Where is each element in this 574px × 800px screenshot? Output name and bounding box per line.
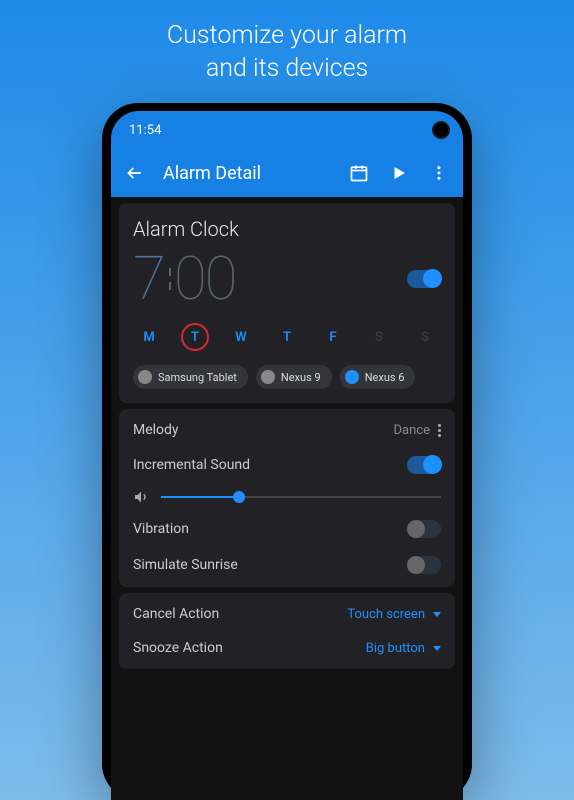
promo-line1: Customize your alarm bbox=[167, 20, 407, 53]
chevron-down-icon bbox=[433, 612, 441, 617]
device-tag-2[interactable]: Nexus 6 bbox=[340, 365, 416, 389]
device-tag-label: Nexus 9 bbox=[281, 371, 321, 384]
melody-row[interactable]: Melody Dance bbox=[133, 413, 441, 447]
device-tag-label: Nexus 6 bbox=[365, 371, 405, 384]
more-vert-icon bbox=[430, 164, 448, 182]
device-tag-1[interactable]: Nexus 9 bbox=[256, 365, 332, 389]
melody-more-icon[interactable] bbox=[438, 424, 441, 437]
phone-frame: 11:54 Alarm Detail Alarm Clock 7 bbox=[102, 103, 472, 800]
incremental-sound-row: Incremental Sound bbox=[133, 447, 441, 483]
device-tag-0[interactable]: Samsung Tablet bbox=[133, 365, 248, 389]
alarm-hours: 7 bbox=[133, 249, 166, 309]
day-5[interactable]: S bbox=[365, 323, 393, 351]
incremental-toggle[interactable] bbox=[407, 456, 441, 474]
device-dot-icon bbox=[345, 370, 359, 384]
alarm-minutes: 00 bbox=[174, 249, 236, 309]
sunrise-label: Simulate Sunrise bbox=[133, 557, 238, 573]
alarm-time[interactable]: 7 00 bbox=[133, 249, 236, 309]
weekday-selector: MTWTFSS bbox=[133, 323, 441, 351]
cancel-action-value: Touch screen bbox=[347, 607, 425, 622]
front-camera bbox=[432, 121, 450, 139]
alarm-enable-toggle[interactable] bbox=[407, 270, 441, 288]
volume-row bbox=[133, 483, 441, 511]
sunrise-toggle[interactable] bbox=[407, 556, 441, 574]
status-time: 11:54 bbox=[129, 123, 161, 138]
day-0[interactable]: M bbox=[135, 323, 163, 351]
day-2[interactable]: W bbox=[227, 323, 255, 351]
alarm-name[interactable]: Alarm Clock bbox=[133, 217, 441, 241]
status-bar: 11:54 bbox=[111, 111, 463, 149]
promo-headline: Customize your alarm and its devices bbox=[167, 20, 407, 85]
snooze-action-label: Snooze Action bbox=[133, 640, 223, 656]
back-button[interactable] bbox=[123, 161, 147, 185]
page-title: Alarm Detail bbox=[163, 163, 331, 184]
play-icon bbox=[390, 164, 408, 182]
cancel-action-label: Cancel Action bbox=[133, 606, 219, 622]
day-4[interactable]: F bbox=[319, 323, 347, 351]
device-dot-icon bbox=[261, 370, 275, 384]
volume-slider[interactable] bbox=[161, 496, 441, 498]
day-3[interactable]: T bbox=[273, 323, 301, 351]
alarm-card: Alarm Clock 7 00 MTWTFSS Samsung TabletN… bbox=[119, 203, 455, 403]
promo-line2: and its devices bbox=[167, 53, 407, 86]
back-arrow-icon bbox=[125, 163, 145, 183]
day-6[interactable]: S bbox=[411, 323, 439, 351]
overflow-button[interactable] bbox=[427, 161, 451, 185]
melody-value: Dance bbox=[394, 423, 430, 438]
cancel-action-row[interactable]: Cancel Action Touch screen bbox=[133, 597, 441, 631]
speaker-icon bbox=[133, 489, 149, 505]
device-tags: Samsung Tablet Nexus 9 Nexus 6 bbox=[133, 365, 441, 389]
device-dot-icon bbox=[138, 370, 152, 384]
vibration-row: Vibration bbox=[133, 511, 441, 547]
device-tag-label: Samsung Tablet bbox=[158, 371, 237, 384]
day-1[interactable]: T bbox=[181, 323, 209, 351]
chevron-down-icon bbox=[433, 646, 441, 651]
melody-label: Melody bbox=[133, 422, 179, 438]
calendar-button[interactable] bbox=[347, 161, 371, 185]
screen: 11:54 Alarm Detail Alarm Clock 7 bbox=[111, 111, 463, 800]
sunrise-row: Simulate Sunrise bbox=[133, 547, 441, 583]
calendar-icon bbox=[349, 163, 369, 183]
vibration-toggle[interactable] bbox=[407, 520, 441, 538]
snooze-action-value: Big button bbox=[366, 641, 425, 656]
vibration-label: Vibration bbox=[133, 521, 189, 537]
incremental-label: Incremental Sound bbox=[133, 457, 250, 473]
actions-card: Cancel Action Touch screen Snooze Action… bbox=[119, 593, 455, 669]
play-button[interactable] bbox=[387, 161, 411, 185]
app-bar: Alarm Detail bbox=[111, 149, 463, 197]
snooze-action-row[interactable]: Snooze Action Big button bbox=[133, 631, 441, 665]
sound-card: Melody Dance Incremental Sound bbox=[119, 409, 455, 587]
time-colon bbox=[169, 268, 171, 290]
